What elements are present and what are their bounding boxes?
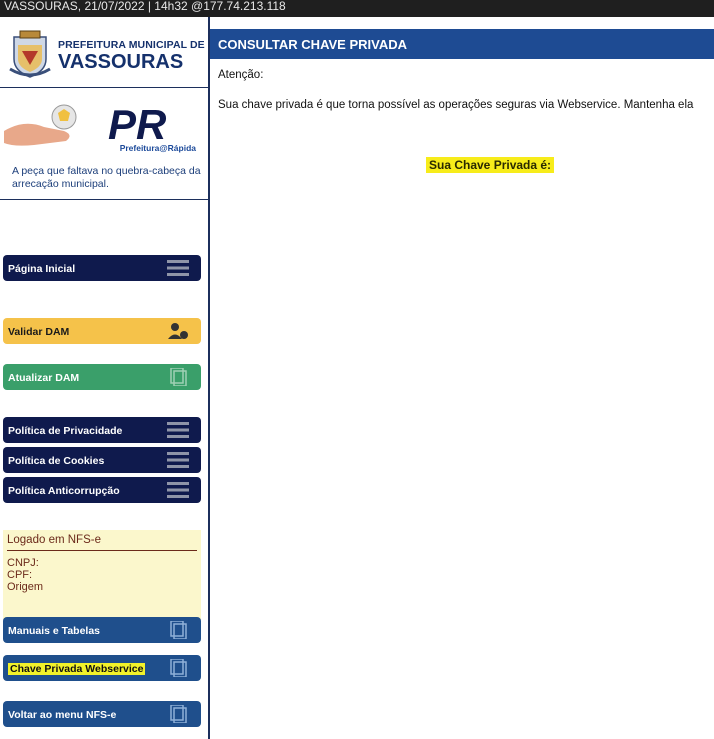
menu-privacidade-label: Política de Privacidade [8, 425, 123, 437]
logo-line2: VASSOURAS [58, 51, 184, 73]
login-info-box: Logado em NFS-e CNPJ: CPF: Origem [3, 530, 201, 620]
document-copy-icon [170, 621, 187, 639]
menu-validar-dam-label: Validar DAM [8, 326, 70, 338]
menu-anticorrupcao-button[interactable]: Política Anticorrupção [3, 477, 201, 503]
attention-label: Atenção: [218, 69, 264, 81]
menu-home-button[interactable]: Página Inicial [3, 255, 201, 281]
menu-atualizar-dam-button[interactable]: Atualizar DAM [3, 364, 201, 390]
logo-line1: PREFEITURA MUNICIPAL DE [58, 39, 205, 51]
pr-caption: A peça que faltava no quebra-cabeça da a… [12, 165, 201, 190]
menu-anticorrupcao-label: Política Anticorrupção [8, 485, 120, 497]
menu-voltar-label: Voltar ao menu NFS-e [8, 709, 117, 721]
divider [0, 199, 208, 200]
hamburger-icon [167, 422, 189, 438]
document-copy-icon [170, 659, 187, 677]
menu-manuais-button[interactable]: Manuais e Tabelas [3, 617, 201, 643]
page-title: CONSULTAR CHAVE PRIVADA [210, 29, 714, 59]
login-origem: Origem [7, 581, 44, 593]
menu-privacidade-button[interactable]: Política de Privacidade [3, 417, 201, 443]
menu-voltar-button[interactable]: Voltar ao menu NFS-e [3, 701, 201, 727]
menu-cookies-button[interactable]: Política de Cookies [3, 447, 201, 473]
document-copy-icon [170, 368, 187, 386]
login-cnpj: CNPJ: [7, 557, 39, 569]
pr-logo-icon: PR [108, 103, 167, 145]
top-status-bar: VASSOURAS, 21/07/2022 | 14h32 @177.74.21… [0, 0, 714, 17]
private-key-label: Sua Chave Privada é: [426, 157, 555, 173]
document-copy-icon [170, 705, 187, 723]
main-content: CONSULTAR CHAVE PRIVADA Atenção: Sua cha… [210, 17, 714, 739]
pr-logo-text: PR [108, 103, 167, 145]
user-check-icon [168, 323, 188, 339]
prefeitura-logo[interactable]: PREFEITURA MUNICIPAL DE VASSOURAS [6, 29, 206, 89]
menu-home-label: Página Inicial [8, 263, 76, 275]
pr-subtitle: Prefeitura@Rápida [119, 143, 196, 153]
topbar-text: VASSOURAS, 21/07/2022 | 14h32 @177.74.21… [4, 0, 286, 13]
menu-chave-privada-button[interactable]: Chave Privada Webservice [3, 655, 201, 681]
sidebar: PREFEITURA MUNICIPAL DE VASSOURAS PR Pre… [0, 17, 210, 739]
city-crest-icon [9, 30, 51, 78]
description-text: Sua chave privada é que torna possível a… [218, 99, 694, 111]
divider [0, 87, 208, 88]
menu-validar-dam-button[interactable]: Validar DAM [3, 318, 201, 344]
menu-chave-privada-label: Chave Privada Webservice [8, 663, 146, 675]
prefeitura-rapida-banner: PR Prefeitura@Rápida A peça que faltava … [0, 97, 208, 197]
hamburger-icon [167, 452, 189, 468]
menu-manuais-label: Manuais e Tabelas [8, 625, 101, 637]
hand-puzzle-icon [4, 104, 77, 146]
login-cpf: CPF: [7, 569, 33, 581]
hamburger-icon [167, 482, 189, 498]
menu-cookies-label: Política de Cookies [8, 455, 105, 467]
hamburger-icon [167, 260, 189, 276]
menu-atualizar-dam-label: Atualizar DAM [8, 372, 80, 384]
login-info-title: Logado em NFS-e [7, 534, 197, 551]
